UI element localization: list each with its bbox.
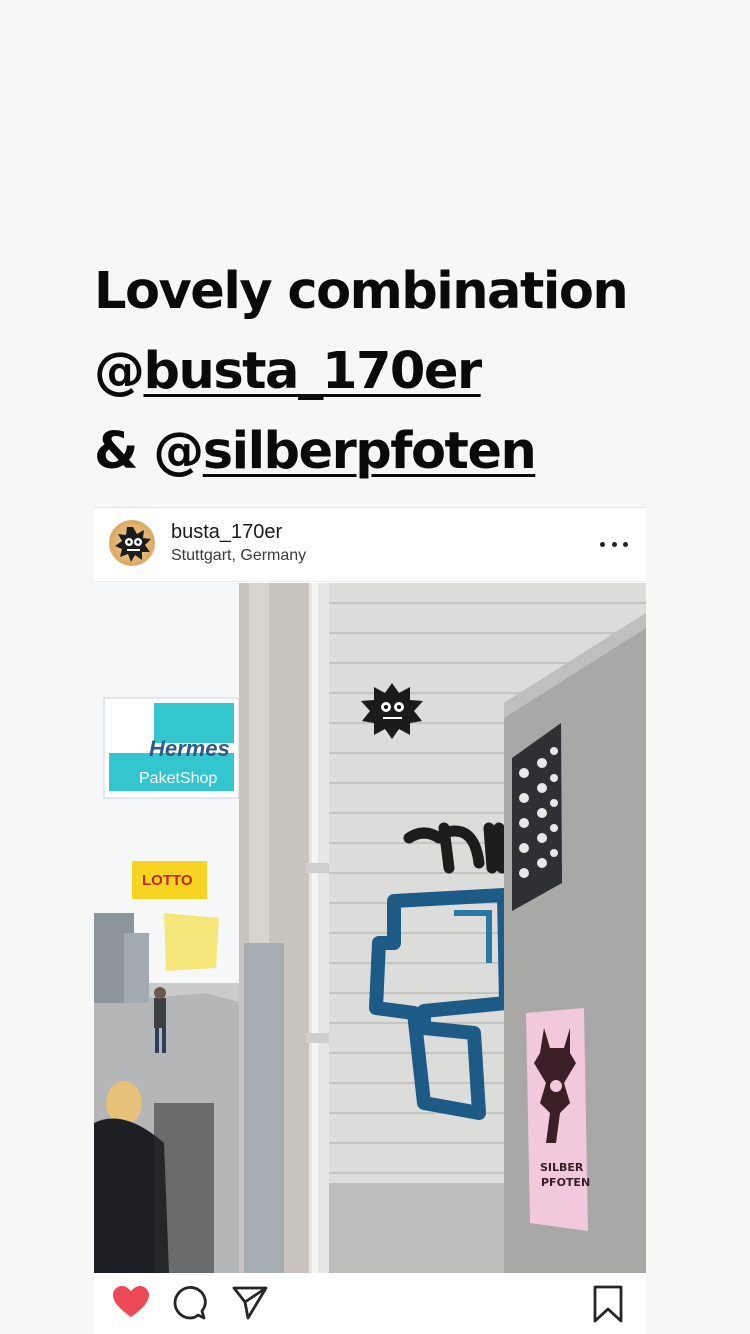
comment-icon[interactable] — [172, 1285, 208, 1321]
street-art-photo: Hermes PaketShop LOTTO SILBER PFOTEN — [94, 583, 646, 1273]
share-icon[interactable] — [231, 1285, 269, 1321]
mention-busta[interactable]: busta_170er — [144, 342, 483, 401]
dot — [623, 541, 628, 547]
sign-paketshop: PaketShop — [139, 770, 217, 787]
mention-silberpfoten[interactable]: silberpfoten — [203, 422, 537, 481]
svg-text:PFOTEN: PFOTEN — [541, 1176, 590, 1189]
story-caption: Lovely combination @busta_170er & @silbe… — [94, 252, 694, 492]
dot — [600, 541, 605, 547]
avatar-sticker-icon — [115, 527, 151, 562]
bookmark-icon[interactable] — [592, 1285, 624, 1323]
post-location[interactable]: Stuttgart, Germany — [171, 547, 306, 565]
sign-hermes: Hermes — [149, 736, 230, 761]
post-username[interactable]: busta_170er — [171, 521, 282, 544]
caption-line-3: & @silberpfoten — [94, 412, 694, 492]
caption-at-sign: @ — [94, 342, 145, 401]
dot — [611, 541, 617, 547]
shared-post-card[interactable]: busta_170er Stuttgart, Germany Hermes Pa… — [94, 507, 646, 1334]
caption-line-1: Lovely combination — [94, 262, 629, 321]
post-photo[interactable]: Hermes PaketShop LOTTO SILBER PFOTEN — [94, 583, 646, 1273]
sign-lotto: LOTTO — [142, 872, 193, 889]
sticker-text: SILBER — [540, 1161, 584, 1174]
caption-line-2: @busta_170er — [94, 332, 694, 412]
caption-ampersand: & @ — [94, 422, 204, 481]
post-header: busta_170er Stuttgart, Germany — [94, 508, 646, 582]
avatar[interactable] — [109, 520, 155, 566]
more-options-icon[interactable] — [600, 532, 628, 556]
post-actions-bar — [94, 1275, 646, 1334]
heart-icon[interactable] — [112, 1285, 150, 1319]
silberpfoten-sticker: SILBER PFOTEN — [526, 1008, 590, 1231]
